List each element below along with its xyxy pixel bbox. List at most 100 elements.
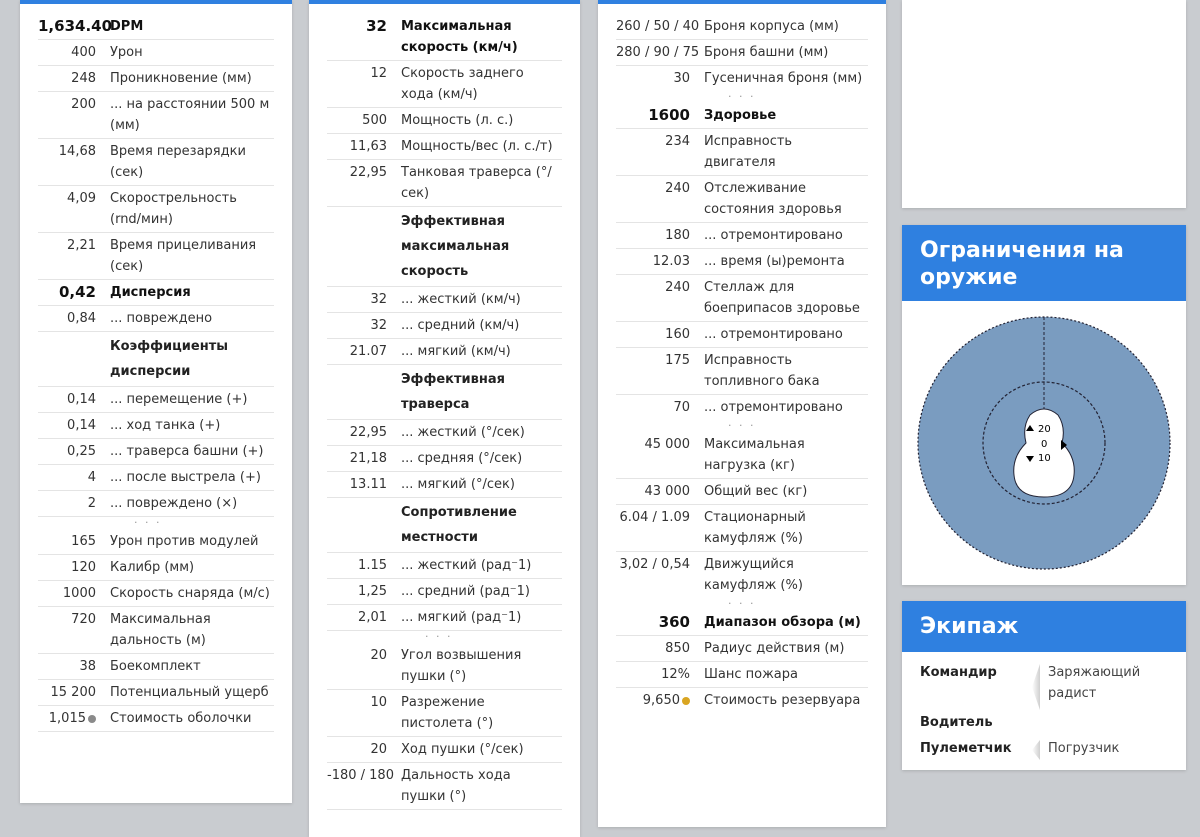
stat-label: Гусеничная броня (мм) bbox=[704, 71, 863, 86]
elevation-label: 20 bbox=[1038, 424, 1051, 435]
stat-label: Боекомплект bbox=[110, 659, 201, 674]
stat-value: 165 bbox=[38, 531, 110, 552]
stat-value-text: 500 bbox=[362, 113, 387, 128]
stat-row: 200 ... на расстоянии 500 м (мм) bbox=[38, 92, 274, 139]
stat-value: 10 bbox=[327, 692, 401, 734]
stat-value-text: 9,650 bbox=[642, 693, 680, 708]
stat-label: ... мягкий (°/сек) bbox=[401, 477, 515, 492]
stat-value: 120 bbox=[38, 557, 110, 578]
stat-row: 20 Угол возвышения пушки (°) bbox=[327, 643, 562, 690]
stat-value: 1000 bbox=[38, 583, 110, 604]
stat-value: 32 bbox=[327, 315, 401, 336]
crew-row-driver: Водитель bbox=[902, 712, 1186, 736]
stat-value-text: 280 / 90 / 75 bbox=[616, 45, 700, 60]
stat-row: -180 / 180 Дальность хода пушки (°) bbox=[327, 763, 562, 810]
stat-label: ... повреждено (×) bbox=[110, 496, 238, 511]
stat-label: Максимальная скорость (км/ч) bbox=[401, 19, 518, 55]
stat-label: Стационарный камуфляж (%) bbox=[704, 510, 806, 546]
stat-row: 32 ... жесткий (км/ч) bbox=[327, 287, 562, 313]
stat-row: 1,634.40 DPM bbox=[38, 14, 274, 40]
stat-value: 6.04 / 1.09 bbox=[616, 507, 704, 549]
crew-panel: Экипаж Командир Заряжающий радист Водите… bbox=[902, 601, 1186, 770]
stat-label: Скорострельность (rnd/мин) bbox=[110, 191, 237, 227]
crew-row-gunner: Пулеметчик Погрузчик bbox=[902, 738, 1186, 762]
stat-row: 2,01 ... мягкий (рад⁻1) bbox=[327, 605, 562, 631]
stat-row: 32 ... средний (км/ч) bbox=[327, 313, 562, 339]
stat-row: 21,18 ... средняя (°/сек) bbox=[327, 446, 562, 472]
stat-label: Исправность топливного бака bbox=[704, 353, 820, 389]
mobility-rows: 32 Максимальная скорость (км/ч) 12 Скорость… bbox=[327, 14, 562, 810]
stat-value-text: 240 bbox=[665, 181, 690, 196]
survivability-panel: 260 / 50 / 40 Броня корпуса (мм) 280 / 90 … bbox=[598, 0, 886, 827]
stat-row: 280 / 90 / 75 Броня башни (мм) bbox=[616, 40, 868, 66]
stat-label: Сопротивление местности bbox=[401, 505, 517, 545]
stat-value-text: 43 000 bbox=[644, 484, 691, 499]
stat-row: 12.03 ... время (ы)ремонта bbox=[616, 249, 868, 275]
more-dots-label: · · · bbox=[425, 630, 453, 643]
stat-value: 260 / 50 / 40 bbox=[616, 16, 704, 37]
stat-value: 13.11 bbox=[327, 474, 401, 495]
stat-label: Ход пушки (°/сек) bbox=[401, 742, 524, 757]
stat-value-text: 21,18 bbox=[349, 451, 387, 466]
stat-label: ... средний (км/ч) bbox=[401, 318, 520, 333]
stat-label: ... перемещение (+) bbox=[110, 392, 248, 407]
stat-value-text: 2,01 bbox=[358, 610, 387, 625]
stat-value: 280 / 90 / 75 bbox=[616, 42, 704, 63]
crew-extra: Погрузчик bbox=[1032, 738, 1168, 762]
stat-label: Эффективная максимальная скорость bbox=[401, 214, 510, 279]
stat-label: Общий вес (кг) bbox=[704, 484, 808, 499]
stat-value: 0,14 bbox=[38, 389, 110, 410]
stat-value: 360 bbox=[616, 612, 704, 633]
gun-limits-panel: Ограничения на оружие 20 0 10 bbox=[902, 225, 1186, 585]
more-dots-label: · · · bbox=[728, 90, 756, 103]
stat-value-text: 12% bbox=[661, 667, 690, 682]
stat-value: 43 000 bbox=[616, 481, 704, 502]
stat-value-text: 1.15 bbox=[358, 558, 387, 573]
stat-label: Стеллаж для боеприпасов здоровье bbox=[704, 280, 860, 316]
stat-value: 70 bbox=[616, 397, 704, 418]
stat-row: 0,14 ... перемещение (+) bbox=[38, 387, 274, 413]
more-dots: · · · bbox=[38, 517, 274, 529]
stat-value: 21,18 bbox=[327, 448, 401, 469]
stat-value-text: 70 bbox=[673, 400, 690, 415]
stat-value: 234 bbox=[616, 131, 704, 173]
stat-value-text: 45 000 bbox=[644, 437, 691, 452]
firepower-panel: 1,634.40 DPM 400 Урон 248 Проникновение (мм) 2… bbox=[20, 0, 292, 803]
stat-row: 1.15 ... жесткий (рад⁻1) bbox=[327, 553, 562, 579]
stat-value: 45 000 bbox=[616, 434, 704, 476]
stat-label: Эффективная траверса bbox=[401, 372, 505, 412]
stat-label: ... отремонтировано bbox=[704, 228, 843, 243]
stat-row: 0,25 ... траверса башни (+) bbox=[38, 439, 274, 465]
stat-value: 4,09 bbox=[38, 188, 110, 230]
stat-value-text: 234 bbox=[665, 134, 690, 149]
stat-value bbox=[327, 367, 401, 417]
stat-row: 2,21 Время прицеливания (сек) bbox=[38, 233, 274, 280]
stat-value-text: 0,84 bbox=[67, 311, 96, 326]
stat-value-text: 0,42 bbox=[58, 283, 96, 301]
stat-value: 175 bbox=[616, 350, 704, 392]
blank-panel bbox=[902, 0, 1186, 208]
survivability-rows: 260 / 50 / 40 Броня корпуса (мм) 280 / 90 … bbox=[616, 14, 868, 713]
stat-row: 4,09 Скорострельность (rnd/мин) bbox=[38, 186, 274, 233]
crew-row-commander: Командир Заряжающий радист bbox=[902, 662, 1186, 712]
stat-row: 12 Скорость заднего хода (км/ч) bbox=[327, 61, 562, 108]
stat-label: Движущийся камуфляж (%) bbox=[704, 557, 803, 593]
stat-value-text: 165 bbox=[71, 534, 96, 549]
stat-row: 0,84 ... повреждено bbox=[38, 306, 274, 332]
stat-value: 500 bbox=[327, 110, 401, 131]
stat-label: ... отремонтировано bbox=[704, 400, 843, 415]
stat-label: Шанс пожара bbox=[704, 667, 798, 682]
stat-row: 38 Боекомплект bbox=[38, 654, 274, 680]
stat-value: 2,21 bbox=[38, 235, 110, 277]
stat-label: ... мягкий (км/ч) bbox=[401, 344, 511, 359]
stat-label: Дальность хода пушки (°) bbox=[401, 768, 511, 804]
stat-label: Броня башни (мм) bbox=[704, 45, 829, 60]
mobility-panel: 32 Максимальная скорость (км/ч) 12 Скорость… bbox=[309, 0, 580, 837]
stat-value: 248 bbox=[38, 68, 110, 89]
stat-value: 30 bbox=[616, 68, 704, 89]
stat-row: 10 Разрежение пистолета (°) bbox=[327, 690, 562, 737]
gun-limits-diagram: 20 0 10 bbox=[917, 316, 1171, 570]
stat-row: 30 Гусеничная броня (мм) bbox=[616, 66, 868, 91]
stat-label: Здоровье bbox=[704, 108, 777, 123]
stat-value: 1,25 bbox=[327, 581, 401, 602]
